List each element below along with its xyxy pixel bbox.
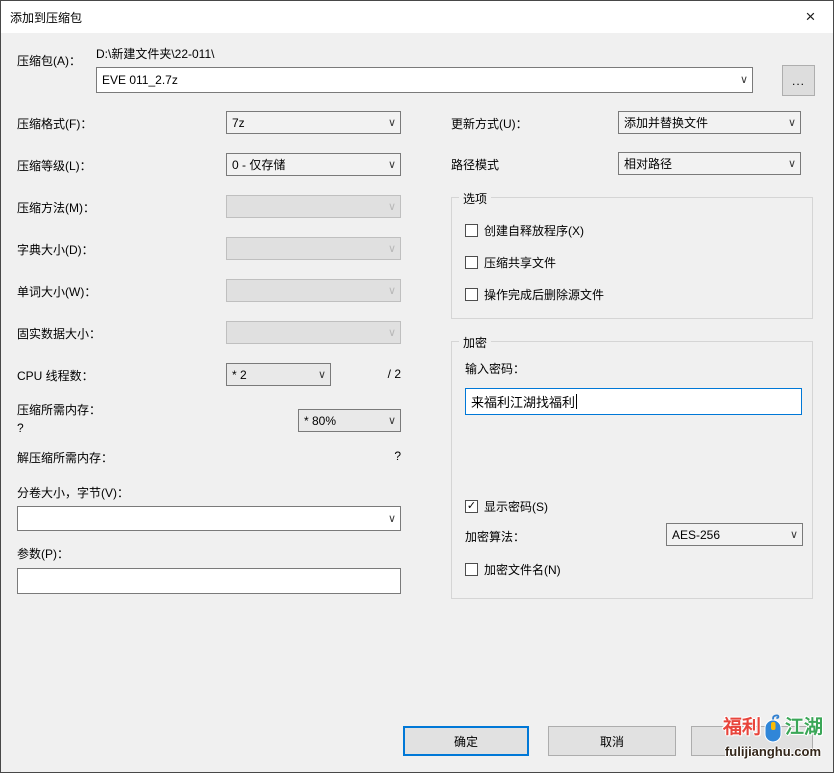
chevron-down-icon[interactable]: ∨ bbox=[740, 73, 748, 86]
path-mode-combobox[interactable]: 相对路径 ∨ bbox=[618, 152, 801, 175]
encrypt-filenames-checkbox[interactable]: ✓ 加密文件名(N) bbox=[465, 561, 561, 578]
memory-compress-hint: ? bbox=[17, 421, 24, 435]
chevron-down-icon[interactable]: ∨ bbox=[788, 156, 796, 169]
chevron-down-icon[interactable]: ∨ bbox=[788, 115, 796, 128]
chevron-down-icon[interactable]: ∨ bbox=[790, 527, 798, 540]
memory-compress-value: * 80% bbox=[304, 413, 337, 428]
memory-decompress-hint: ? bbox=[394, 449, 401, 463]
dialog-title: 添加到压缩包 bbox=[10, 10, 83, 25]
encryption-method-value: AES-256 bbox=[672, 527, 721, 542]
checkbox-icon[interactable]: ✓ bbox=[465, 563, 478, 576]
path-mode-value: 相对路径 bbox=[624, 157, 673, 171]
update-mode-value: 添加并替换文件 bbox=[624, 116, 709, 130]
password-value: 来福利江湖找福利 bbox=[471, 395, 576, 410]
cpu-threads-combobox[interactable]: * 2 ∨ bbox=[226, 363, 331, 386]
ok-button[interactable]: 确定 bbox=[403, 726, 529, 756]
word-size-label: 单词大小(W)： bbox=[17, 285, 97, 299]
memory-decompress-label: 解压缩所需内存： bbox=[17, 451, 114, 465]
compress-shared-checkbox[interactable]: ✓ 压缩共享文件 bbox=[465, 254, 556, 271]
cpu-threads-max: / 2 bbox=[387, 367, 401, 381]
volume-size-label: 分卷大小，字节(V)： bbox=[17, 486, 129, 500]
method-label: 压缩方法(M)： bbox=[17, 201, 95, 215]
cpu-threads-label: CPU 线程数： bbox=[17, 369, 94, 383]
titlebar: 添加到压缩包 bbox=[1, 1, 833, 33]
solid-size-combobox: ∨ bbox=[226, 321, 401, 344]
text-caret bbox=[576, 394, 578, 409]
level-label: 压缩等级(L)： bbox=[17, 159, 92, 173]
encrypt-filenames-label: 加密文件名(N) bbox=[484, 563, 561, 577]
update-mode-combobox[interactable]: 添加并替换文件 ∨ bbox=[618, 111, 801, 134]
options-group-title: 选项 bbox=[459, 190, 492, 207]
solid-size-label: 固实数据大小： bbox=[17, 327, 102, 341]
level-combobox[interactable]: 0 - 仅存储 ∨ bbox=[226, 153, 401, 176]
chevron-down-icon: ∨ bbox=[387, 284, 396, 297]
format-combobox[interactable]: 7z ∨ bbox=[226, 111, 401, 134]
cpu-threads-value: * 2 bbox=[232, 367, 247, 382]
add-to-archive-dialog: 添加到压缩包 × 压缩包(A)： D:\新建文件夹\22-011\ EVE 01… bbox=[0, 0, 834, 773]
path-mode-label: 路径模式 bbox=[451, 158, 500, 172]
chevron-down-icon[interactable]: ∨ bbox=[388, 115, 396, 128]
chevron-down-icon: ∨ bbox=[387, 200, 396, 213]
chevron-down-icon[interactable]: ∨ bbox=[388, 413, 396, 426]
archive-dir-path: D:\新建文件夹\22-011\ bbox=[96, 47, 215, 61]
parameters-input[interactable] bbox=[17, 568, 401, 594]
show-password-label: 显示密码(S) bbox=[484, 500, 548, 514]
chevron-down-icon[interactable]: ∨ bbox=[388, 511, 396, 524]
delete-after-checkbox[interactable]: ✓ 操作完成后删除源文件 bbox=[465, 286, 604, 303]
level-value: 0 - 仅存储 bbox=[232, 158, 286, 172]
show-password-checkbox[interactable]: ✓ 显示密码(S) bbox=[465, 498, 548, 515]
volume-size-combobox[interactable]: ∨ bbox=[17, 506, 401, 531]
format-label: 压缩格式(F)： bbox=[17, 117, 93, 131]
encryption-method-combobox[interactable]: AES-256 ∨ bbox=[666, 523, 803, 546]
chevron-down-icon: ∨ bbox=[387, 242, 396, 255]
archive-name-value: EVE 011_2.7z bbox=[102, 73, 178, 87]
password-input[interactable]: 来福利江湖找福利 bbox=[465, 388, 802, 415]
cancel-button[interactable]: 取消 bbox=[548, 726, 676, 756]
archive-name-combobox[interactable]: EVE 011_2.7z ∨ bbox=[96, 67, 753, 93]
help-button[interactable] bbox=[691, 726, 813, 756]
compress-shared-label: 压缩共享文件 bbox=[484, 256, 557, 270]
archive-label: 压缩包(A)： bbox=[17, 54, 81, 68]
chevron-down-icon[interactable]: ∨ bbox=[318, 367, 326, 380]
encryption-method-label: 加密算法： bbox=[465, 530, 526, 544]
encryption-group-title: 加密 bbox=[459, 334, 492, 351]
checkbox-icon[interactable]: ✓ bbox=[465, 500, 478, 513]
word-size-combobox: ∨ bbox=[226, 279, 401, 302]
delete-after-label: 操作完成后删除源文件 bbox=[484, 288, 605, 302]
create-sfx-label: 创建自释放程序(X) bbox=[484, 224, 584, 238]
dictionary-combobox: ∨ bbox=[226, 237, 401, 260]
checkbox-icon[interactable]: ✓ bbox=[465, 256, 478, 269]
checkbox-icon[interactable]: ✓ bbox=[465, 288, 478, 301]
format-value: 7z bbox=[232, 115, 245, 130]
browse-button[interactable]: ... bbox=[782, 65, 815, 96]
memory-compress-label: 压缩所需内存： bbox=[17, 403, 102, 417]
close-icon[interactable]: × bbox=[788, 1, 833, 32]
method-combobox: ∨ bbox=[226, 195, 401, 218]
chevron-down-icon[interactable]: ∨ bbox=[388, 157, 396, 170]
checkbox-icon[interactable]: ✓ bbox=[465, 224, 478, 237]
chevron-down-icon: ∨ bbox=[387, 326, 396, 339]
create-sfx-checkbox[interactable]: ✓ 创建自释放程序(X) bbox=[465, 222, 584, 239]
password-label: 输入密码： bbox=[465, 362, 526, 376]
dictionary-label: 字典大小(D)： bbox=[17, 243, 94, 257]
parameters-label: 参数(P)： bbox=[17, 547, 69, 561]
memory-compress-combobox[interactable]: * 80% ∨ bbox=[298, 409, 401, 432]
update-mode-label: 更新方式(U)： bbox=[451, 117, 528, 131]
